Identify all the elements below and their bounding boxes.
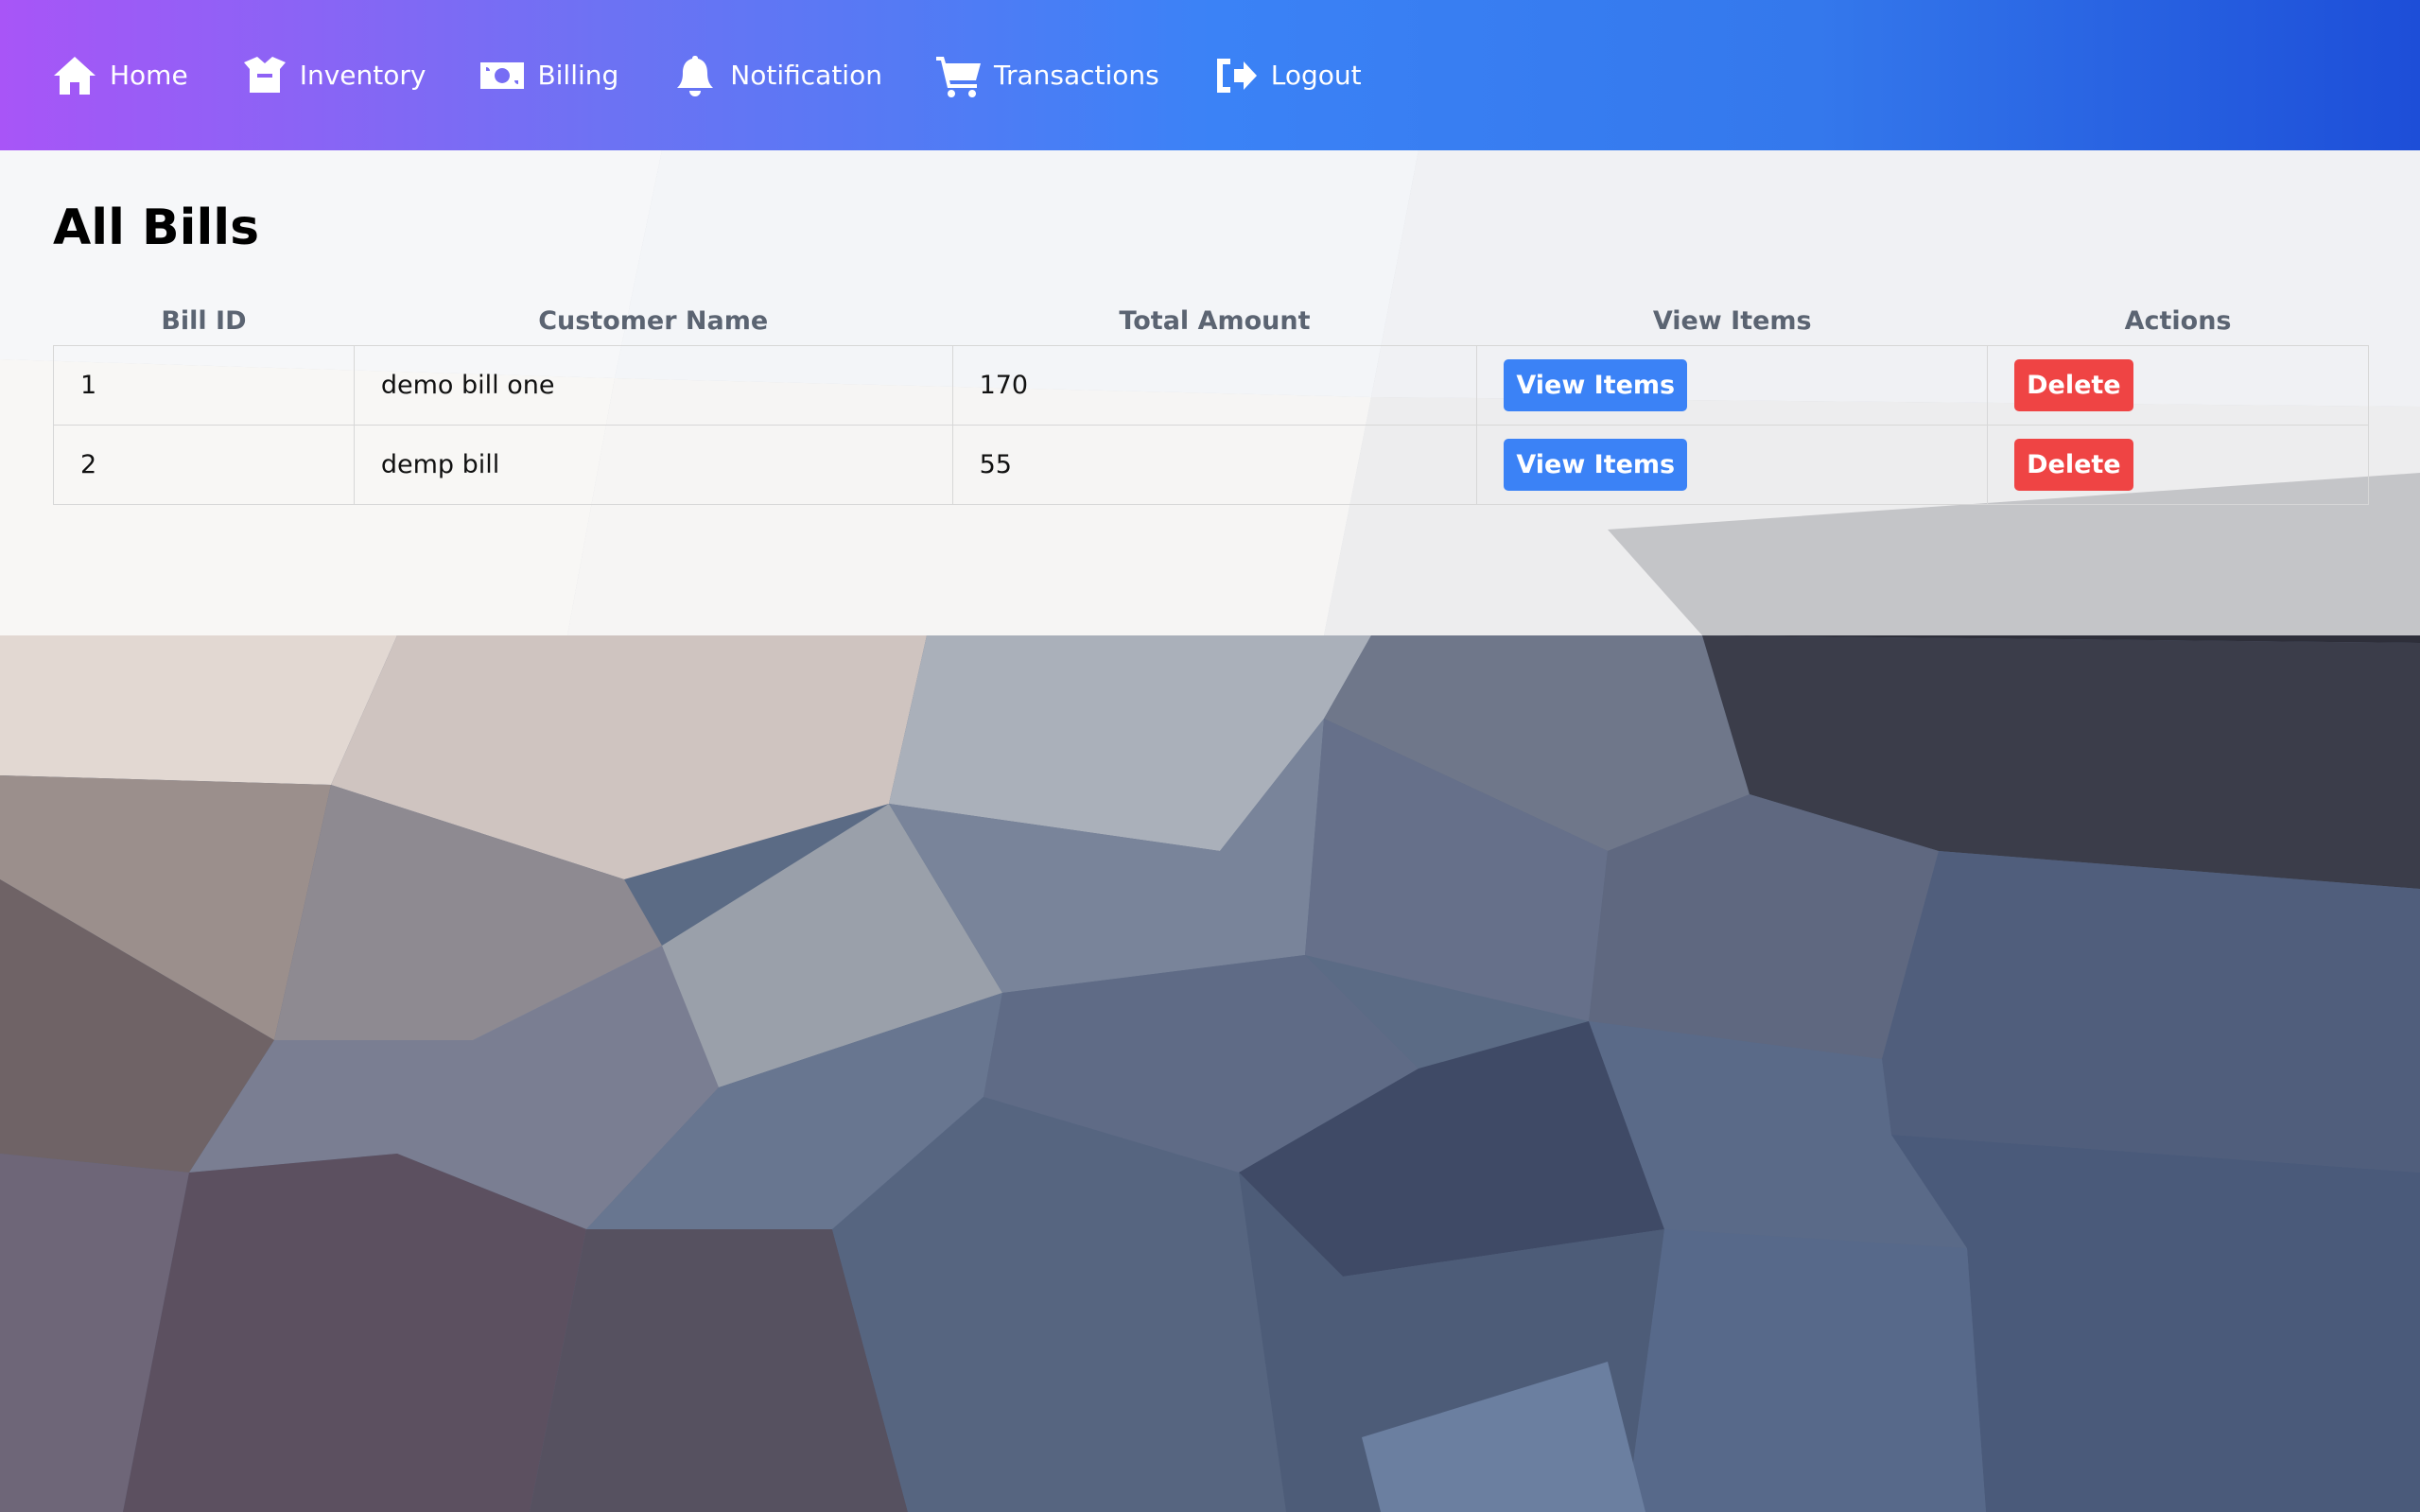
view-items-button[interactable]: View Items bbox=[1504, 359, 1688, 411]
header-view-items: View Items bbox=[1652, 305, 1812, 336]
cell-view-items: View Items bbox=[1476, 345, 1989, 426]
money-bill-icon bbox=[479, 52, 526, 99]
cell-bill-id: 2 bbox=[53, 425, 355, 505]
cell-customer-name: demp bill bbox=[353, 425, 953, 505]
bills-table: Bill ID Customer Name Total Amount View … bbox=[53, 296, 2369, 505]
table-row: 1 demo bill one 170 View Items Delete bbox=[53, 345, 2369, 426]
view-items-button[interactable]: View Items bbox=[1504, 439, 1688, 491]
nav-billing[interactable]: Billing bbox=[479, 52, 618, 99]
nav-inventory[interactable]: Inventory bbox=[241, 52, 427, 99]
cell-actions: Delete bbox=[1987, 345, 2369, 426]
bell-icon bbox=[671, 52, 719, 99]
header-bill-id: Bill ID bbox=[161, 305, 247, 336]
cell-actions: Delete bbox=[1987, 425, 2369, 505]
nav-notification[interactable]: Notification bbox=[671, 52, 882, 99]
cell-total-amount: 55 bbox=[951, 425, 1478, 505]
table-row: 2 demp bill 55 View Items Delete bbox=[53, 425, 2369, 505]
delete-button[interactable]: Delete bbox=[2014, 359, 2133, 411]
nav-logout-label: Logout bbox=[1270, 60, 1362, 91]
cell-view-items: View Items bbox=[1476, 425, 1989, 505]
box-icon bbox=[241, 52, 288, 99]
cell-bill-id: 1 bbox=[53, 345, 355, 426]
bills-panel: All Bills Bill ID Customer Name Total Am… bbox=[0, 150, 2420, 635]
nav-logout[interactable]: Logout bbox=[1212, 52, 1362, 99]
nav-transactions-label: Transactions bbox=[993, 60, 1159, 91]
cell-customer-name: demo bill one bbox=[353, 345, 953, 426]
logout-icon bbox=[1212, 52, 1260, 99]
nav-billing-label: Billing bbox=[537, 60, 619, 91]
nav-notification-label: Notification bbox=[730, 60, 882, 91]
nav-transactions[interactable]: Transactions bbox=[935, 52, 1159, 99]
cell-total-amount: 170 bbox=[951, 345, 1478, 426]
top-navbar: Home Inventory Billing Notification Tran… bbox=[0, 0, 2420, 150]
delete-button[interactable]: Delete bbox=[2014, 439, 2133, 491]
nav-inventory-label: Inventory bbox=[299, 60, 427, 91]
header-actions: Actions bbox=[2124, 305, 2232, 336]
home-icon bbox=[51, 52, 98, 99]
header-customer-name: Customer Name bbox=[538, 305, 769, 336]
nav-home[interactable]: Home bbox=[51, 52, 188, 99]
nav-home-label: Home bbox=[110, 60, 188, 91]
header-total-amount: Total Amount bbox=[1119, 305, 1311, 336]
cart-icon bbox=[935, 52, 983, 99]
page-title: All Bills bbox=[53, 200, 260, 256]
table-header-row: Bill ID Customer Name Total Amount View … bbox=[54, 296, 2369, 346]
